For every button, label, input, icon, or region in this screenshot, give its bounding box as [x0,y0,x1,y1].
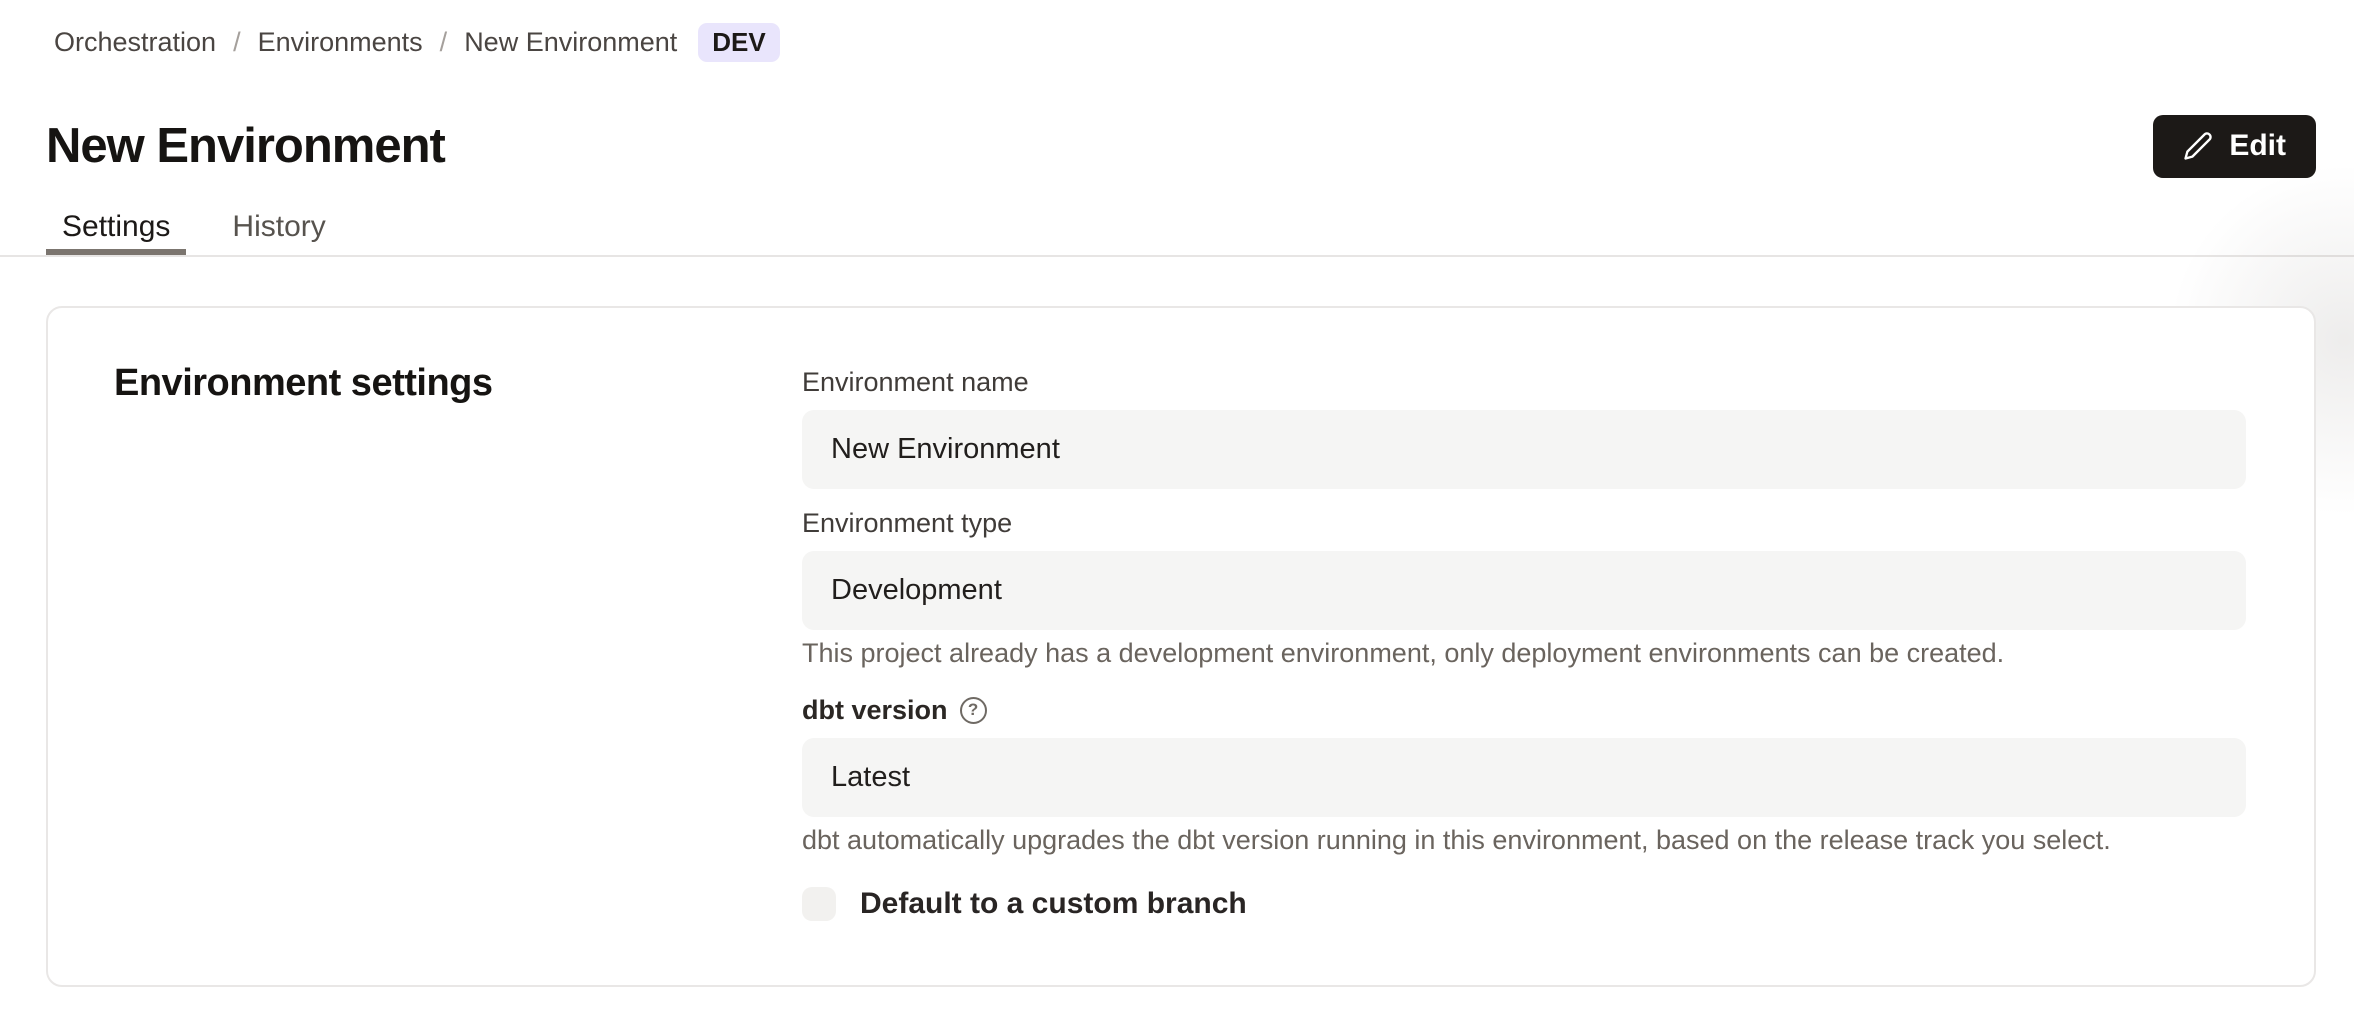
breadcrumb-separator: / [440,22,448,62]
card-heading: Environment settings [114,360,802,406]
environment-name-input[interactable]: New Environment [802,410,2246,489]
dbt-version-input[interactable]: Latest [802,738,2246,817]
dbt-version-helper-text: dbt automatically upgrades the dbt versi… [802,821,2246,859]
edit-button-label: Edit [2229,129,2286,163]
new-environment-page: Orchestration / Environments / New Envir… [0,0,2354,1020]
environment-name-label-text: Environment name [802,362,1029,402]
breadcrumb-separator: / [233,22,241,62]
pencil-icon [2183,131,2213,161]
custom-branch-label: Default to a custom branch [860,887,1247,921]
dev-environment-badge: DEV [698,23,779,62]
title-row: New Environment Edit [46,117,2316,175]
custom-branch-row: Default to a custom branch [802,887,2246,921]
tab-history[interactable]: History [216,193,341,255]
edit-button[interactable]: Edit [2153,115,2316,178]
environment-type-input[interactable]: Development [802,551,2246,630]
breadcrumb-item-new-environment[interactable]: New Environment [464,22,677,62]
dbt-version-value: Latest [831,761,910,794]
dbt-version-label: dbt version ? [802,690,2246,730]
environment-settings-form: Environment name New Environment Environ… [802,308,2314,985]
environment-type-value: Development [831,574,1002,607]
card-heading-column: Environment settings [48,308,802,985]
help-icon[interactable]: ? [960,697,987,724]
environment-type-label-text: Environment type [802,503,1012,543]
tab-settings[interactable]: Settings [46,193,186,255]
breadcrumb-item-orchestration[interactable]: Orchestration [54,22,216,62]
environment-type-label: Environment type [802,503,2246,543]
custom-branch-checkbox[interactable] [802,887,836,921]
breadcrumb: Orchestration / Environments / New Envir… [0,0,2354,62]
breadcrumb-item-environments[interactable]: Environments [258,22,423,62]
environment-settings-card: Environment settings Environment name Ne… [46,306,2316,987]
page-title: New Environment [46,117,445,175]
tabs: Settings History [0,193,2354,257]
dbt-version-label-text: dbt version [802,690,948,730]
environment-name-label: Environment name [802,362,2246,402]
environment-name-value: New Environment [831,433,1060,466]
environment-type-helper-text: This project already has a development e… [802,634,2246,672]
